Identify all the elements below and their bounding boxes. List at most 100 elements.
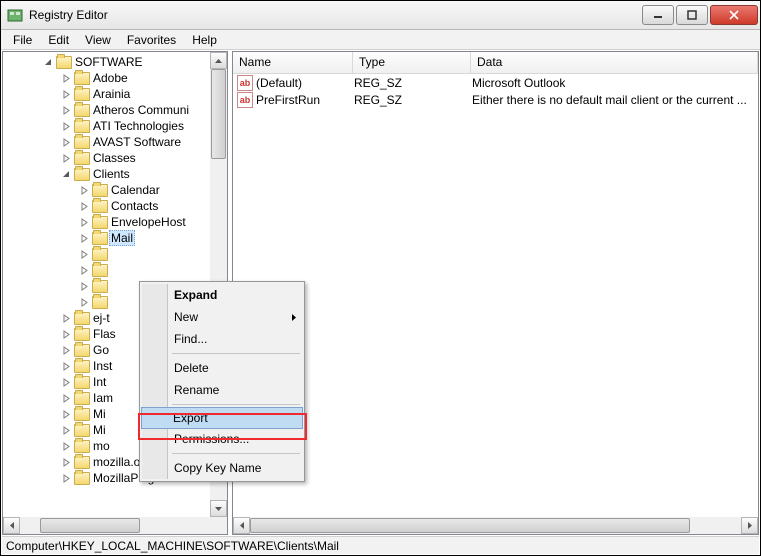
folder-icon bbox=[74, 376, 90, 389]
scroll-up-icon[interactable] bbox=[210, 52, 227, 69]
menu-file[interactable]: File bbox=[5, 31, 40, 49]
scroll-left-icon[interactable] bbox=[233, 517, 250, 534]
tree-item-label: Calendar bbox=[111, 183, 160, 197]
folder-icon bbox=[74, 152, 90, 165]
tree-item-label: Int bbox=[93, 375, 106, 389]
close-button[interactable] bbox=[710, 5, 758, 25]
context-menu-item-new[interactable]: New bbox=[142, 306, 302, 328]
expander-closed-icon[interactable] bbox=[61, 329, 72, 340]
folder-icon bbox=[74, 104, 90, 117]
tree-item-label: Mi bbox=[93, 423, 106, 437]
tree-item[interactable]: AVAST Software bbox=[3, 134, 210, 150]
context-menu-item-label: Copy Key Name bbox=[174, 461, 261, 475]
expander-closed-icon[interactable] bbox=[61, 313, 72, 324]
expander-closed-icon[interactable] bbox=[61, 89, 72, 100]
expander-open-icon[interactable] bbox=[61, 169, 72, 180]
tree-item[interactable]: Mail bbox=[3, 230, 210, 246]
expander-closed-icon[interactable] bbox=[61, 361, 72, 372]
context-menu-item-find[interactable]: Find... bbox=[142, 328, 302, 350]
menu-view[interactable]: View bbox=[77, 31, 119, 49]
context-menu-item-expand[interactable]: Expand bbox=[142, 284, 302, 306]
tree-item-label: ej-t bbox=[93, 311, 110, 325]
tree-item-label: AVAST Software bbox=[93, 135, 181, 149]
context-menu-separator bbox=[172, 353, 300, 354]
scroll-down-icon[interactable] bbox=[210, 500, 227, 517]
expander-closed-icon[interactable] bbox=[61, 377, 72, 388]
list-panel: Name Type Data ab(Default)REG_SZMicrosof… bbox=[232, 51, 759, 535]
expander-closed-icon[interactable] bbox=[61, 105, 72, 116]
tree-hscroll[interactable] bbox=[3, 517, 227, 534]
tree-item[interactable]: Classes bbox=[3, 150, 210, 166]
tree-item[interactable]: Calendar bbox=[3, 182, 210, 198]
value-type: REG_SZ bbox=[354, 93, 472, 107]
scroll-thumb[interactable] bbox=[40, 518, 140, 533]
context-menu-item-export[interactable]: Export bbox=[141, 407, 303, 429]
tree-item[interactable]: SOFTWARE bbox=[3, 54, 210, 70]
tree-item[interactable]: Clients bbox=[3, 166, 210, 182]
expander-closed-icon[interactable] bbox=[61, 457, 72, 468]
expander-closed-icon[interactable] bbox=[61, 473, 72, 484]
scroll-left-icon[interactable] bbox=[3, 517, 20, 534]
expander-closed-icon[interactable] bbox=[61, 425, 72, 436]
folder-icon bbox=[92, 200, 108, 213]
value-name: PreFirstRun bbox=[256, 93, 354, 107]
col-header-name[interactable]: Name bbox=[233, 52, 353, 73]
folder-icon bbox=[74, 168, 90, 181]
expander-closed-icon[interactable] bbox=[61, 393, 72, 404]
col-header-data[interactable]: Data bbox=[471, 52, 758, 73]
expander-closed-icon[interactable] bbox=[61, 409, 72, 420]
expander-closed-icon[interactable] bbox=[61, 441, 72, 452]
expander-closed-icon[interactable] bbox=[79, 249, 90, 260]
list-row[interactable]: abPreFirstRunREG_SZEither there is no de… bbox=[233, 91, 758, 108]
context-menu-item-label: Find... bbox=[174, 332, 207, 346]
expander-closed-icon[interactable] bbox=[61, 137, 72, 148]
folder-icon bbox=[74, 408, 90, 421]
tree-item-label: EnvelopeHost bbox=[111, 215, 186, 229]
tree-item[interactable]: Atheros Communi bbox=[3, 102, 210, 118]
menu-favorites[interactable]: Favorites bbox=[119, 31, 184, 49]
scroll-corner bbox=[210, 517, 227, 534]
expander-closed-icon[interactable] bbox=[79, 185, 90, 196]
tree-item[interactable]: Contacts bbox=[3, 198, 210, 214]
expander-closed-icon[interactable] bbox=[79, 233, 90, 244]
tree-item[interactable]: EnvelopeHost bbox=[3, 214, 210, 230]
expander-open-icon[interactable] bbox=[43, 57, 54, 68]
expander-closed-icon[interactable] bbox=[61, 345, 72, 356]
menu-help[interactable]: Help bbox=[184, 31, 225, 49]
context-menu-item-delete[interactable]: Delete bbox=[142, 357, 302, 379]
tree-item-label: Arainia bbox=[93, 87, 130, 101]
scroll-thumb[interactable] bbox=[250, 518, 690, 533]
expander-closed-icon[interactable] bbox=[79, 281, 90, 292]
folder-icon bbox=[74, 344, 90, 357]
tree-item[interactable] bbox=[3, 262, 210, 278]
status-path: Computer\HKEY_LOCAL_MACHINE\SOFTWARE\Cli… bbox=[6, 539, 339, 553]
scroll-thumb[interactable] bbox=[211, 69, 226, 159]
minimize-button[interactable] bbox=[642, 5, 674, 25]
tree-item-label: SOFTWARE bbox=[75, 55, 143, 69]
maximize-button[interactable] bbox=[676, 5, 708, 25]
expander-closed-icon[interactable] bbox=[61, 121, 72, 132]
list-view[interactable]: ab(Default)REG_SZMicrosoft OutlookabPreF… bbox=[233, 74, 758, 517]
tree-item-label: Mail bbox=[109, 230, 135, 246]
context-menu-item-copy-key-name[interactable]: Copy Key Name bbox=[142, 457, 302, 479]
tree-item[interactable]: ATI Technologies bbox=[3, 118, 210, 134]
folder-icon bbox=[74, 88, 90, 101]
expander-closed-icon[interactable] bbox=[61, 153, 72, 164]
expander-closed-icon[interactable] bbox=[79, 201, 90, 212]
expander-closed-icon[interactable] bbox=[79, 217, 90, 228]
scroll-right-icon[interactable] bbox=[741, 517, 758, 534]
tree-item[interactable]: Arainia bbox=[3, 86, 210, 102]
tree-item-label: Flas bbox=[93, 327, 116, 341]
context-menu-item-rename[interactable]: Rename bbox=[142, 379, 302, 401]
tree-item[interactable]: Adobe bbox=[3, 70, 210, 86]
menu-edit[interactable]: Edit bbox=[40, 31, 77, 49]
col-header-type[interactable]: Type bbox=[353, 52, 471, 73]
expander-closed-icon[interactable] bbox=[79, 265, 90, 276]
expander-closed-icon[interactable] bbox=[61, 73, 72, 84]
expander-closed-icon[interactable] bbox=[79, 297, 90, 308]
list-row[interactable]: ab(Default)REG_SZMicrosoft Outlook bbox=[233, 74, 758, 91]
value-name: (Default) bbox=[256, 76, 354, 90]
tree-item[interactable] bbox=[3, 246, 210, 262]
list-hscroll[interactable] bbox=[233, 517, 758, 534]
context-menu-item-permissions[interactable]: Permissions... bbox=[142, 428, 302, 450]
